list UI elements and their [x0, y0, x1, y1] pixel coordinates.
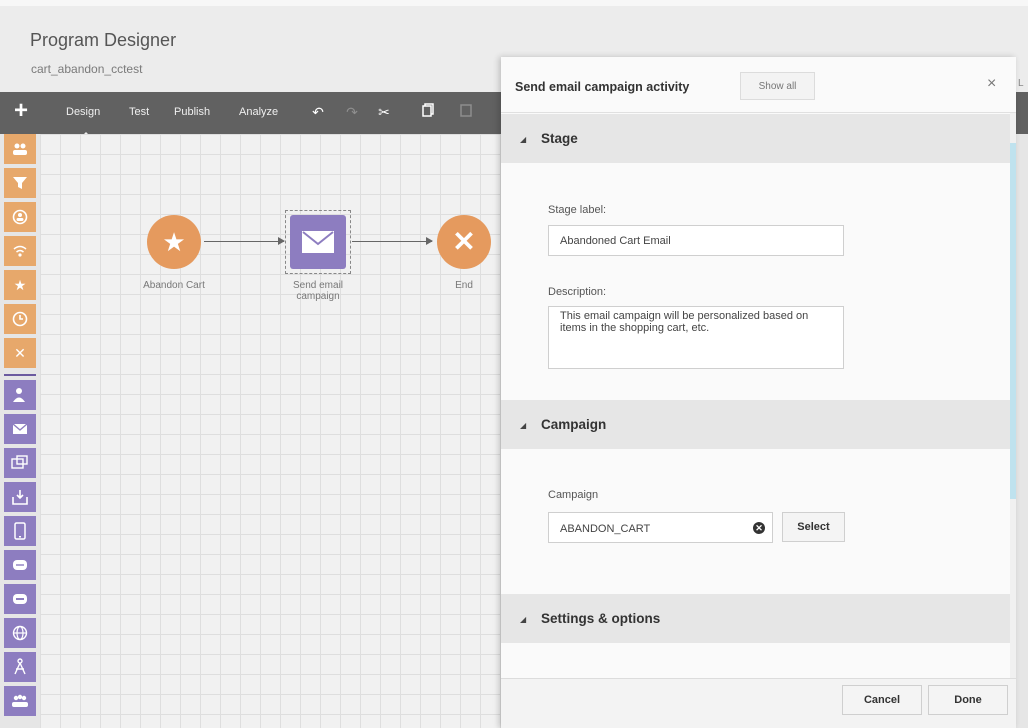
- done-button[interactable]: Done: [928, 685, 1008, 715]
- tab-publish[interactable]: Publish: [174, 106, 210, 118]
- sms-icon[interactable]: [4, 448, 36, 478]
- cutoff-text: L: [1018, 78, 1024, 89]
- collapse-triangle-icon: ◢: [520, 615, 527, 624]
- node-label-end: End: [455, 280, 473, 291]
- star-icon: ★: [162, 227, 186, 257]
- copy-icon[interactable]: [420, 103, 436, 121]
- segment-icon[interactable]: [4, 134, 36, 164]
- panel-title: Send email campaign activity: [515, 80, 690, 94]
- tab-analyze[interactable]: Analyze: [239, 106, 278, 118]
- event-icon[interactable]: [4, 202, 36, 232]
- plus-icon[interactable]: +: [10, 99, 32, 124]
- description-textarea[interactable]: This email campaign will be personalized…: [548, 306, 844, 369]
- select-campaign-button[interactable]: Select: [782, 512, 845, 542]
- star-icon[interactable]: ★: [4, 270, 36, 300]
- send-email-node[interactable]: [290, 215, 346, 269]
- collapse-triangle-icon: ◢: [520, 421, 527, 430]
- message-icon[interactable]: [4, 550, 36, 580]
- stage-label-input[interactable]: Abandoned Cart Email: [548, 225, 844, 256]
- stage-section-header[interactable]: ◢ Stage: [501, 114, 1010, 163]
- settings-section-header[interactable]: ◢ Settings & options: [501, 594, 1010, 643]
- person-icon[interactable]: [4, 380, 36, 410]
- show-all-button[interactable]: Show all: [740, 72, 815, 100]
- clear-icon[interactable]: ✕: [753, 522, 765, 534]
- cancel-button[interactable]: Cancel: [842, 685, 922, 715]
- stage-label-caption: Stage label:: [548, 204, 607, 216]
- email-icon[interactable]: [4, 414, 36, 444]
- flow-arrow: [204, 237, 285, 245]
- collapse-triangle-icon: ◢: [520, 135, 527, 144]
- panel-header: Send email campaign activity Show all ×: [501, 57, 1016, 113]
- campaign-input[interactable]: ABANDON_CART: [548, 512, 773, 543]
- activity-palette: ★ ✕: [0, 134, 40, 728]
- clock-icon[interactable]: [4, 304, 36, 334]
- section-title: Campaign: [541, 417, 607, 432]
- flow-arrow: [352, 237, 433, 245]
- program-canvas[interactable]: ★ Abandon Cart Send email campaign ✕ End: [40, 134, 502, 728]
- compass-icon[interactable]: [4, 652, 36, 682]
- node-label-abandon-cart: Abandon Cart: [143, 280, 205, 291]
- data-icon[interactable]: [4, 584, 36, 614]
- group-icon[interactable]: [4, 686, 36, 716]
- filter-icon[interactable]: [4, 168, 36, 198]
- campaign-section-header[interactable]: ◢ Campaign: [501, 400, 1010, 449]
- program-name: cart_abandon_cctest: [31, 62, 143, 76]
- web-icon[interactable]: [4, 618, 36, 648]
- section-title: Settings & options: [541, 611, 661, 626]
- campaign-caption: Campaign: [548, 489, 599, 501]
- cut-icon[interactable]: ✂: [376, 103, 392, 121]
- wifi-icon[interactable]: [4, 236, 36, 266]
- undo-icon[interactable]: ↶: [310, 103, 326, 121]
- x-icon: ✕: [452, 226, 476, 257]
- description-caption: Description:: [548, 286, 607, 298]
- paste-icon[interactable]: [458, 103, 474, 121]
- close-icon[interactable]: ×: [987, 75, 996, 93]
- abandon-cart-node[interactable]: ★: [147, 215, 201, 269]
- scrollbar-thumb[interactable]: [1010, 143, 1016, 499]
- panel-scrollbar[interactable]: [1010, 113, 1016, 678]
- page-title: Program Designer: [30, 30, 177, 50]
- mobile-icon[interactable]: [4, 516, 36, 546]
- tab-design[interactable]: Design: [66, 106, 100, 138]
- palette-divider: [4, 374, 36, 376]
- activity-panel: Send email campaign activity Show all × …: [501, 57, 1016, 728]
- close-icon[interactable]: ✕: [4, 338, 36, 368]
- email-icon: [302, 231, 334, 253]
- end-node[interactable]: ✕: [437, 215, 491, 269]
- panel-footer: Cancel Done: [501, 678, 1016, 728]
- tab-test[interactable]: Test: [129, 106, 149, 118]
- redo-icon[interactable]: ↷: [344, 103, 360, 121]
- inbox-icon[interactable]: [4, 482, 36, 512]
- section-title: Stage: [541, 131, 578, 146]
- node-label-send-email: Send email campaign: [292, 280, 344, 302]
